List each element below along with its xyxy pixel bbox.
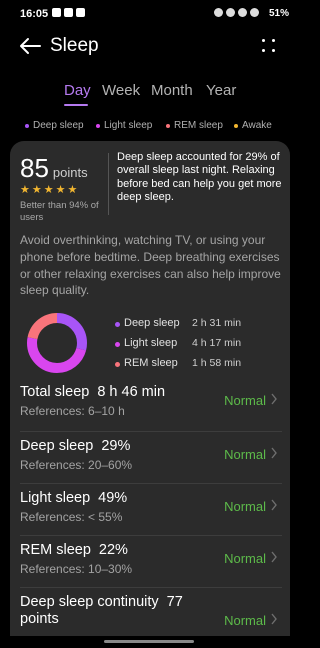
star-icon: ★ xyxy=(43,184,54,196)
page-title: Sleep xyxy=(50,35,99,56)
metric-title: Light sleep xyxy=(20,490,91,506)
wifi-icon xyxy=(238,8,247,17)
metric-heading: Total sleep 8 h 46 min xyxy=(20,384,165,400)
sleep-score: 85 points xyxy=(20,153,88,184)
breakdown-dot xyxy=(115,322,120,327)
star-icon: ★ xyxy=(20,184,30,196)
metric-status: Normal xyxy=(224,551,266,566)
score-stars: ★ ★ ★ ★ ★ xyxy=(20,185,77,196)
legend-deep-sleep: Deep sleep xyxy=(25,120,84,131)
legend-label: Light sleep xyxy=(104,120,153,131)
sleep-summary: Deep sleep accounted for 29% of overall … xyxy=(117,151,282,203)
breakdown-label: Light sleep xyxy=(124,337,178,349)
legend-awake: Awake xyxy=(234,120,272,131)
sleep-stage-legend: Deep sleep Light sleep REM sleep Awake xyxy=(0,120,299,134)
star-icon: ★ xyxy=(31,184,42,196)
alarm-icon xyxy=(214,8,223,17)
breakdown-row-rem-sleep: REM sleep 1 h 58 min xyxy=(113,357,283,377)
status-bar: 16:05 51% xyxy=(0,0,299,30)
score-unit: points xyxy=(52,165,88,180)
metric-status: Normal xyxy=(224,447,266,462)
metric-title: REM sleep xyxy=(20,542,91,558)
metric-heading: REM sleep 22% xyxy=(20,542,128,558)
metric-value: 8 h 46 min xyxy=(97,384,166,400)
chevron-right-icon xyxy=(271,499,277,511)
sleep-report-card: 85 points ★ ★ ★ ★ ★ Better than 94% of u… xyxy=(10,141,290,648)
app-bar: Sleep xyxy=(0,30,299,64)
battery-level: 51% xyxy=(268,8,289,19)
metric-status: Normal xyxy=(224,499,266,514)
legend-label: REM sleep xyxy=(174,120,223,131)
signal-icon xyxy=(250,8,259,17)
chevron-right-icon xyxy=(271,613,277,625)
chevron-right-icon xyxy=(271,551,277,563)
score-value: 85 xyxy=(20,153,49,183)
chevron-right-icon xyxy=(271,393,277,405)
metric-status: Normal xyxy=(224,393,266,408)
notification-icon xyxy=(52,8,61,17)
sleep-stage-donut-chart xyxy=(27,313,87,373)
metric-reference: References: 6–10 h xyxy=(20,404,125,418)
divider xyxy=(108,153,109,215)
notification-icons xyxy=(52,8,85,17)
metric-title: Deep sleep continuity xyxy=(20,594,159,610)
breakdown-value: 2 h 31 min xyxy=(192,317,242,329)
breakdown-row-deep-sleep: Deep sleep 2 h 31 min xyxy=(113,317,283,337)
legend-dot xyxy=(25,123,29,128)
more-options-icon[interactable] xyxy=(261,38,277,54)
metric-total-sleep[interactable]: Total sleep 8 h 46 min References: 6–10 h… xyxy=(10,378,290,430)
message-icon xyxy=(76,8,85,17)
home-handle[interactable] xyxy=(104,640,194,643)
metric-heading: Deep sleep 29% xyxy=(20,438,130,454)
chevron-right-icon xyxy=(271,447,277,459)
legend-dot xyxy=(96,123,100,128)
metric-title: Total sleep xyxy=(20,384,90,400)
metric-value: 22% xyxy=(98,542,128,558)
legend-rem-sleep: REM sleep xyxy=(166,120,223,131)
breakdown-value: 1 h 58 min xyxy=(192,357,242,369)
breakdown-label: Deep sleep xyxy=(124,317,180,329)
breakdown-value: 4 h 17 min xyxy=(192,337,242,349)
tab-year[interactable]: Year xyxy=(206,82,236,99)
back-arrow-icon[interactable] xyxy=(18,36,42,56)
legend-dot xyxy=(234,123,238,128)
status-time: 16:05 xyxy=(20,8,49,20)
metric-rem-sleep[interactable]: REM sleep 22% References: 10–30% Normal xyxy=(10,536,290,588)
metric-value: 49% xyxy=(98,490,128,506)
metric-title: Deep sleep xyxy=(20,438,94,454)
mute-icon xyxy=(226,8,235,17)
breakdown-dot xyxy=(115,362,120,367)
tab-day[interactable]: Day xyxy=(64,82,91,99)
star-icon: ★ xyxy=(67,184,78,196)
legend-label: Deep sleep xyxy=(33,120,84,131)
active-tab-indicator xyxy=(64,104,88,106)
legend-label: Awake xyxy=(242,120,272,131)
sleep-advice: Avoid overthinking, watching TV, or usin… xyxy=(20,233,281,298)
metric-deep-sleep[interactable]: Deep sleep 29% References: 20–60% Normal xyxy=(10,432,290,484)
metric-value: 29% xyxy=(101,438,131,454)
legend-dot xyxy=(166,123,170,128)
legend-light-sleep: Light sleep xyxy=(96,120,152,131)
score-comparison: Better than 94% of users xyxy=(20,200,99,223)
sleep-stage-breakdown: Deep sleep 2 h 31 min Light sleep 4 h 17… xyxy=(113,317,283,377)
metric-heading: Deep sleep continuity 77 points xyxy=(20,594,210,628)
system-icons xyxy=(214,8,259,17)
breakdown-row-light-sleep: Light sleep 4 h 17 min xyxy=(113,337,283,357)
period-tabs: Day Week Month Year xyxy=(0,82,299,110)
gesture-navigation-bar xyxy=(0,636,299,648)
metric-heading: Light sleep 49% xyxy=(20,490,127,506)
metric-reference: References: 10–30% xyxy=(20,562,133,576)
tab-month[interactable]: Month xyxy=(151,82,193,99)
tab-week[interactable]: Week xyxy=(102,82,140,99)
image-icon xyxy=(64,8,73,17)
metric-reference: References: 20–60% xyxy=(20,458,133,472)
metric-reference: References: < 55% xyxy=(20,510,123,524)
star-icon: ★ xyxy=(55,184,66,196)
breakdown-label: REM sleep xyxy=(124,357,178,369)
metric-light-sleep[interactable]: Light sleep 49% References: < 55% Normal xyxy=(10,484,290,536)
metric-status: Normal xyxy=(224,613,266,628)
breakdown-dot xyxy=(115,342,120,347)
